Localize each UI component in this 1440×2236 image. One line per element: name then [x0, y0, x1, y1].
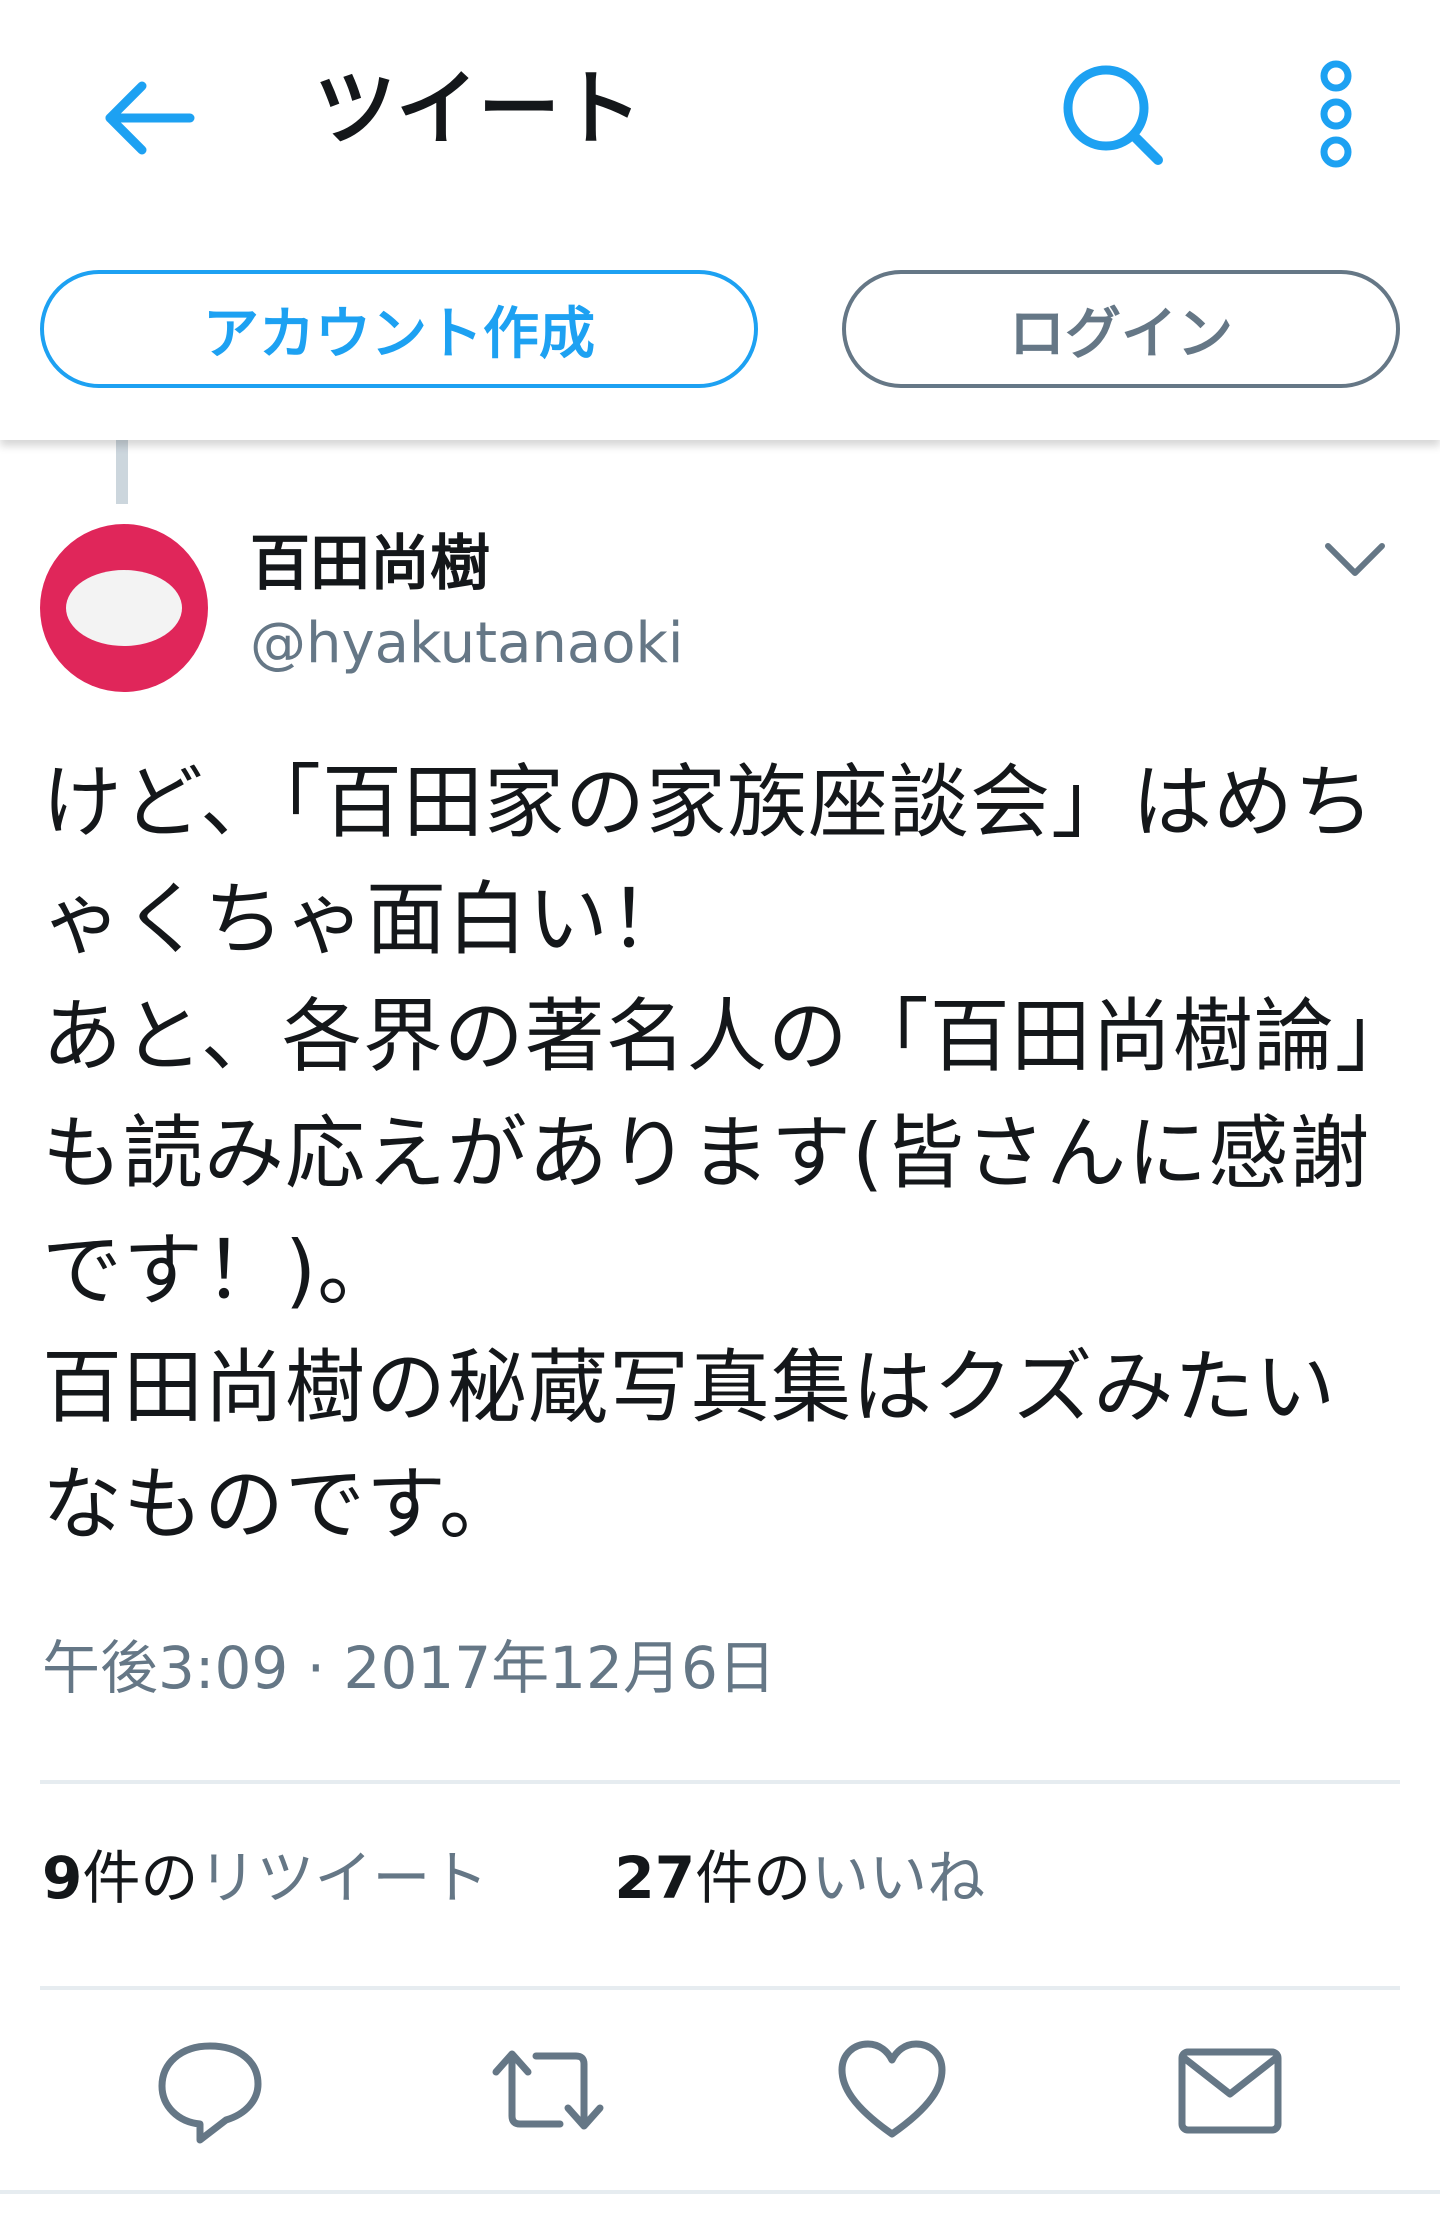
divider: [0, 2190, 1440, 2194]
tweet-stats: 9 件の リツイート 27 件の いいね: [42, 1830, 985, 1916]
top-header: ツイート アカウント作成 ログイン: [0, 0, 1440, 440]
login-button[interactable]: ログイン: [842, 270, 1400, 388]
page-title: ツイート: [314, 62, 643, 157]
reply-button[interactable]: [150, 2030, 270, 2150]
back-button[interactable]: [96, 66, 200, 170]
retweet-icon: [492, 2050, 604, 2130]
tweet-text: けど、「百田家の家族座談会」はめちゃくちゃ面白い！ あと、各界の著名人の「百田尚…: [42, 756, 1376, 1551]
chevron-down-icon: [1325, 543, 1385, 576]
author-display-name[interactable]: 百田尚樹: [250, 524, 490, 604]
divider: [40, 1780, 1400, 1784]
retweet-label: リツイート: [198, 1844, 489, 1912]
retweet-count-suffix: 件の: [82, 1844, 199, 1912]
like-count: 27: [614, 1844, 696, 1912]
envelope-icon: [1178, 2048, 1282, 2134]
like-button[interactable]: [832, 2030, 952, 2150]
thread-connector-line: [116, 440, 128, 504]
like-label: いいね: [811, 1844, 986, 1912]
direct-message-button[interactable]: [1170, 2030, 1290, 2150]
reply-icon: [158, 2042, 262, 2144]
vertical-dots-icon: [1320, 60, 1352, 168]
search-icon: [1063, 65, 1163, 165]
create-account-button[interactable]: アカウント作成: [40, 270, 758, 388]
divider: [40, 1986, 1400, 1990]
tweet-menu-button[interactable]: [1318, 530, 1392, 590]
avatar-image: [66, 570, 182, 646]
retweet-count-link[interactable]: 9 件の リツイート: [42, 1831, 488, 1915]
retweet-button[interactable]: [488, 2030, 608, 2150]
like-count-suffix: 件の: [695, 1844, 812, 1912]
author-handle: @hyakutanaoki: [250, 611, 684, 676]
heart-icon: [838, 2040, 946, 2138]
more-options-button[interactable]: [1308, 56, 1364, 172]
like-count-link[interactable]: 27 件の いいね: [614, 1831, 985, 1915]
retweet-count: 9: [42, 1844, 83, 1912]
arrow-left-icon: [105, 81, 195, 155]
avatar[interactable]: [40, 524, 208, 692]
search-button[interactable]: [1054, 56, 1170, 172]
tweet-timestamp: 午後3:09 · 2017年12月6日: [42, 1634, 776, 1702]
